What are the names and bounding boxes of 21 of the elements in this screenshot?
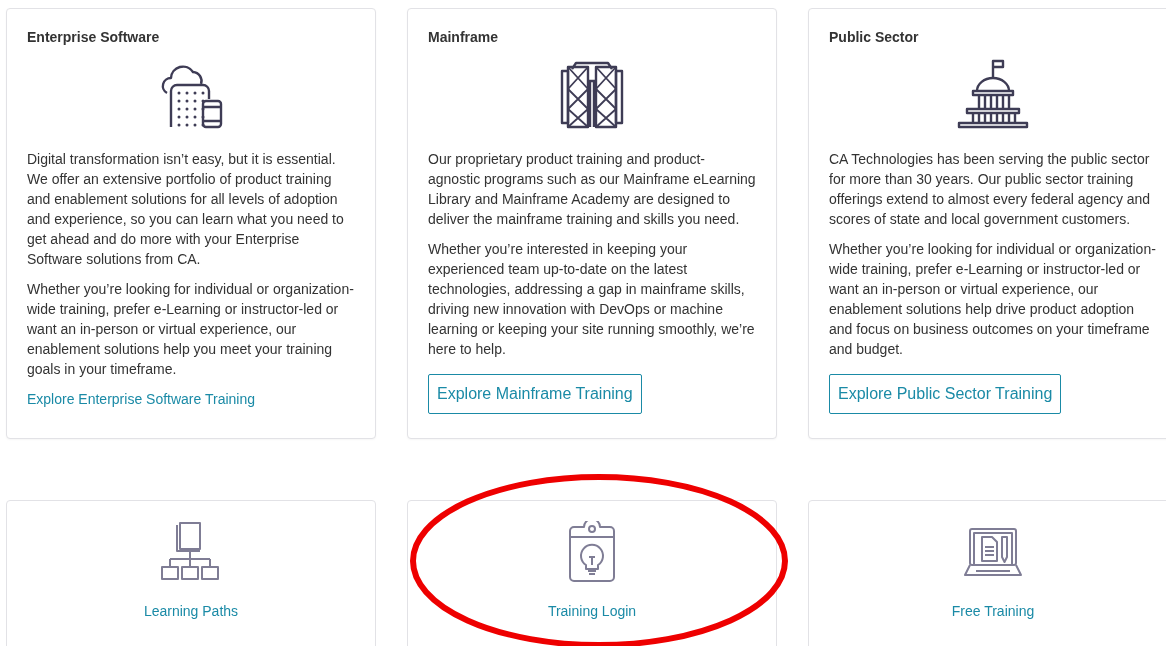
card-description: Digital transformation isn’t easy, but it is essential. We offer an extensive portfolio of product training and enablement solutions for all levels of adoption and experience, so you can learn what you need to get ahead and do more with your Enterprise Software solutions from CA. [27,150,345,269]
explore-button[interactable]: Explore Public Sector Training [829,374,1062,414]
explore-link[interactable]: Explore Enterprise Software Training [27,389,255,409]
capitol-building-icon [957,59,1029,131]
card-description: Whether you’re interested in keeping your experienced team up-to-date on the latest technologies, addressing a gap in mainframe skills, driving new innovation with DevOps or machine learning or keeping your site running smoothly, we’re here to help. [428,240,756,359]
book-hierarchy-icon [160,521,222,583]
card-description: Whether you’re looking for individual or organization-wide training, prefer e-Learning or instructor-led or want an in-person or virtual experience, our enablement solutions help drive product adoption and focus on business outcomes on your timeframe and budget. [829,240,1157,359]
card-title: Public Sector [829,28,919,47]
lightbulb-badge-icon [567,521,617,583]
card-link[interactable]: Free Training [951,601,1035,621]
card-description: CA Technologies has been serving the public sector for more than 30 years. Our public sector training offerings extend to almost every federal agency and scores of state and local government customers. [829,150,1152,229]
card-title: Mainframe [428,28,499,47]
card-link[interactable]: Training Login [547,601,637,621]
card-link[interactable]: Learning Paths [143,601,239,621]
explore-button[interactable]: Explore Mainframe Training [428,374,642,414]
link-card[interactable]: Free Training [808,500,1166,646]
card-description: Our proprietary product training and product-agnostic programs such as our Mainframe eLearning Library and Mainframe Academy are designed to deliver the mainframe training and skills you need. [428,150,756,229]
link-card[interactable]: Training Login [407,500,777,646]
card-description: Whether you’re looking for individual or organization-wide training, prefer e-Learning or instructor-led or want an in-person or virtual experience, our enablement solutions help you meet your training goals in your timeframe. [27,280,355,379]
link-card[interactable]: Learning Paths [6,500,376,646]
card-title: Enterprise Software [27,28,160,47]
